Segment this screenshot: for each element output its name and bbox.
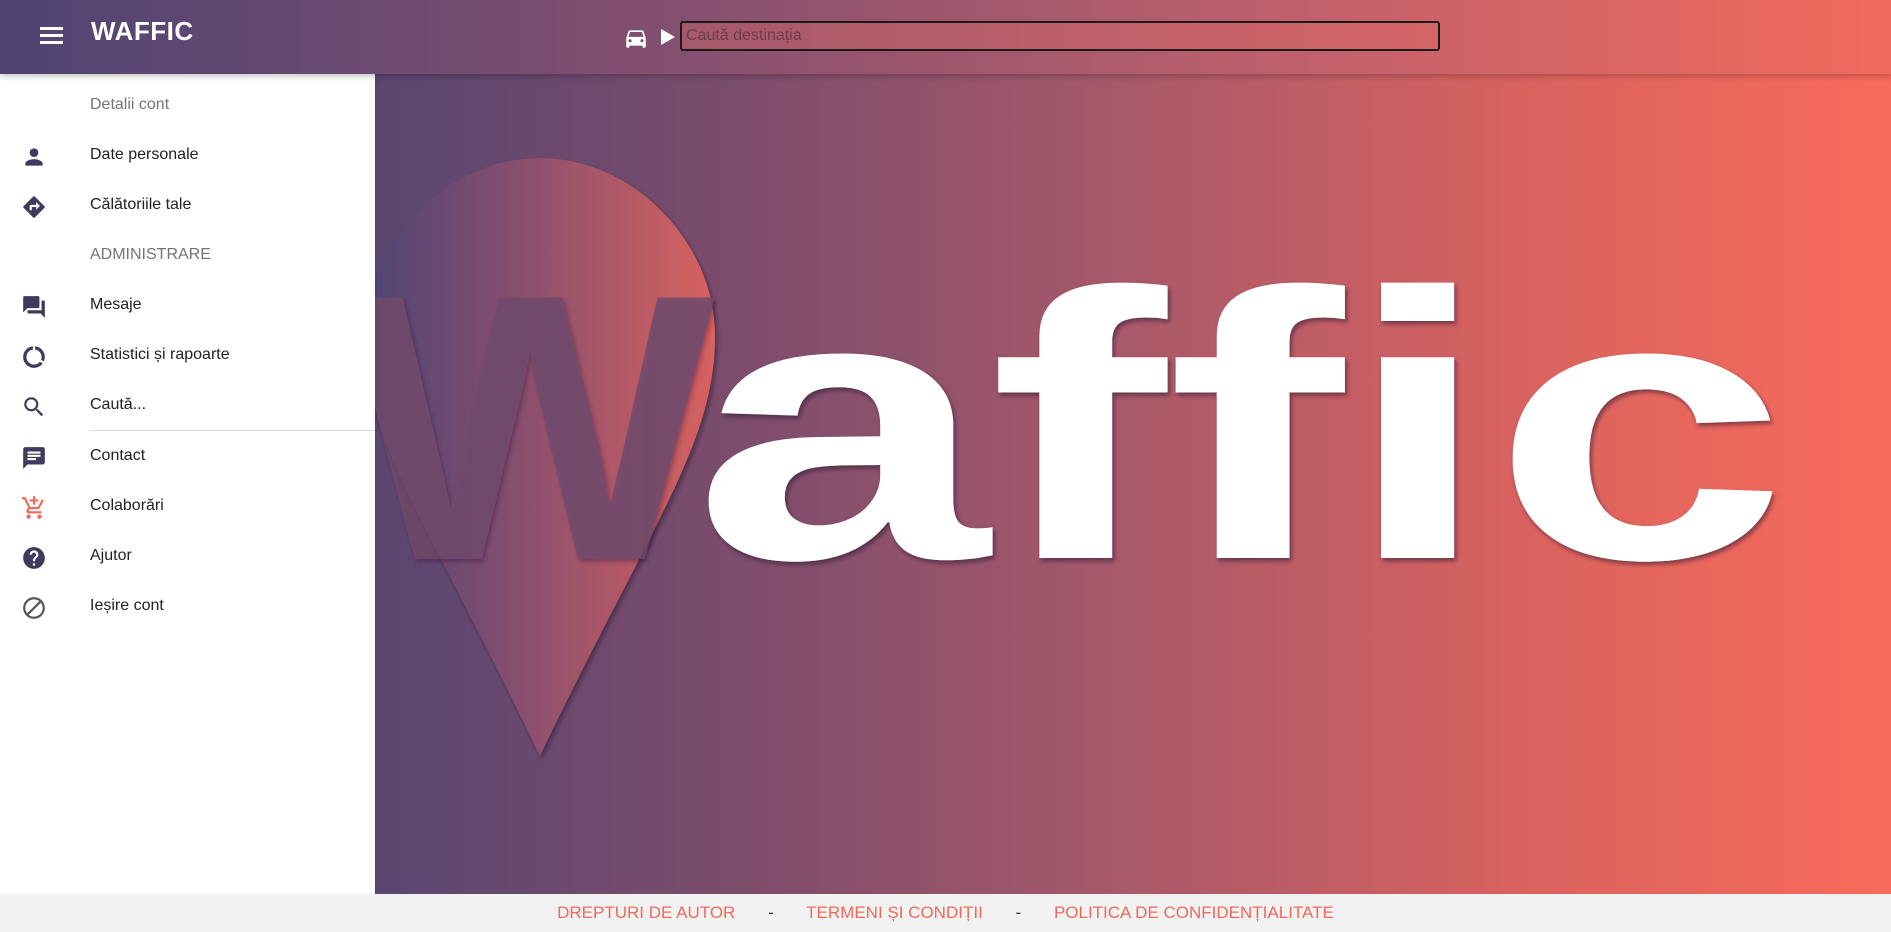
footer-link-privacy[interactable]: POLITICA DE CONFIDENȚIALITATE bbox=[1054, 903, 1334, 922]
footer-separator: - bbox=[1015, 903, 1022, 922]
add-cart-icon bbox=[21, 495, 47, 521]
sidebar-divider bbox=[90, 430, 375, 431]
sidebar-item-label: Călătoriile tale bbox=[90, 196, 192, 213]
top-app-bar: WAFFIC bbox=[0, 0, 1891, 74]
person-icon bbox=[21, 144, 47, 170]
car-icon[interactable] bbox=[622, 25, 650, 51]
sidebar-item-label: Colaborări bbox=[90, 497, 164, 514]
sidebar-item-label: Caută... bbox=[90, 396, 147, 413]
menu-icon[interactable] bbox=[38, 24, 66, 48]
sidebar-item-personal-data[interactable]: Date personale bbox=[0, 131, 375, 181]
logo-word-affic: affic bbox=[693, 214, 1788, 639]
footer-link-terms[interactable]: TERMENI ȘI CONDIȚII bbox=[806, 903, 983, 922]
play-icon[interactable] bbox=[659, 27, 677, 47]
forum-icon bbox=[21, 294, 47, 320]
donut-chart-icon bbox=[21, 344, 47, 370]
sidebar-item-logout[interactable]: Ieșire cont bbox=[0, 582, 375, 632]
directions-icon bbox=[21, 194, 47, 220]
help-icon bbox=[21, 545, 47, 571]
footer-separator: - bbox=[768, 903, 774, 922]
side-navigation-drawer: Detalii cont Date personale Călătoriile … bbox=[0, 74, 375, 894]
sidebar-item-messages[interactable]: Mesaje bbox=[0, 281, 375, 331]
waffic-logo-graphic: affic W W bbox=[375, 158, 1788, 756]
sidebar-item-label: Date personale bbox=[90, 146, 199, 163]
chat-icon bbox=[21, 445, 47, 471]
sidebar-item-contact[interactable]: Contact bbox=[0, 432, 375, 482]
sidebar-item-statistics[interactable]: Statistici și rapoarte bbox=[0, 331, 375, 381]
hero-banner: affic W W bbox=[375, 74, 1891, 894]
sidebar-item-label: Mesaje bbox=[90, 296, 142, 313]
app-root: affic W W WAFFIC Caută destinația Detali… bbox=[0, 0, 1891, 932]
section-header-administration: ADMINISTRARE bbox=[90, 246, 211, 263]
footer: DREPTURI DE AUTOR - TERMENI ȘI CONDIȚII … bbox=[0, 894, 1891, 932]
sidebar-item-label: Contact bbox=[90, 447, 146, 464]
destination-search-input[interactable] bbox=[680, 21, 1440, 51]
sidebar-item-collaborations[interactable]: Colaborări bbox=[0, 482, 375, 532]
search-icon bbox=[21, 394, 47, 420]
app-title: WAFFIC bbox=[91, 16, 194, 46]
block-icon bbox=[21, 595, 47, 621]
sidebar-item-your-trips[interactable]: Călătoriile tale bbox=[0, 181, 375, 231]
sidebar-item-search[interactable]: Caută... bbox=[0, 381, 375, 431]
sidebar-item-help[interactable]: Ajutor bbox=[0, 532, 375, 582]
section-header-account-details: Detalii cont bbox=[90, 96, 170, 113]
sidebar-item-label: Ajutor bbox=[90, 547, 132, 564]
footer-link-copyright[interactable]: DREPTURI DE AUTOR bbox=[557, 903, 735, 922]
sidebar-item-label: Ieșire cont bbox=[90, 597, 164, 614]
sidebar-item-label: Statistici și rapoarte bbox=[90, 346, 230, 363]
